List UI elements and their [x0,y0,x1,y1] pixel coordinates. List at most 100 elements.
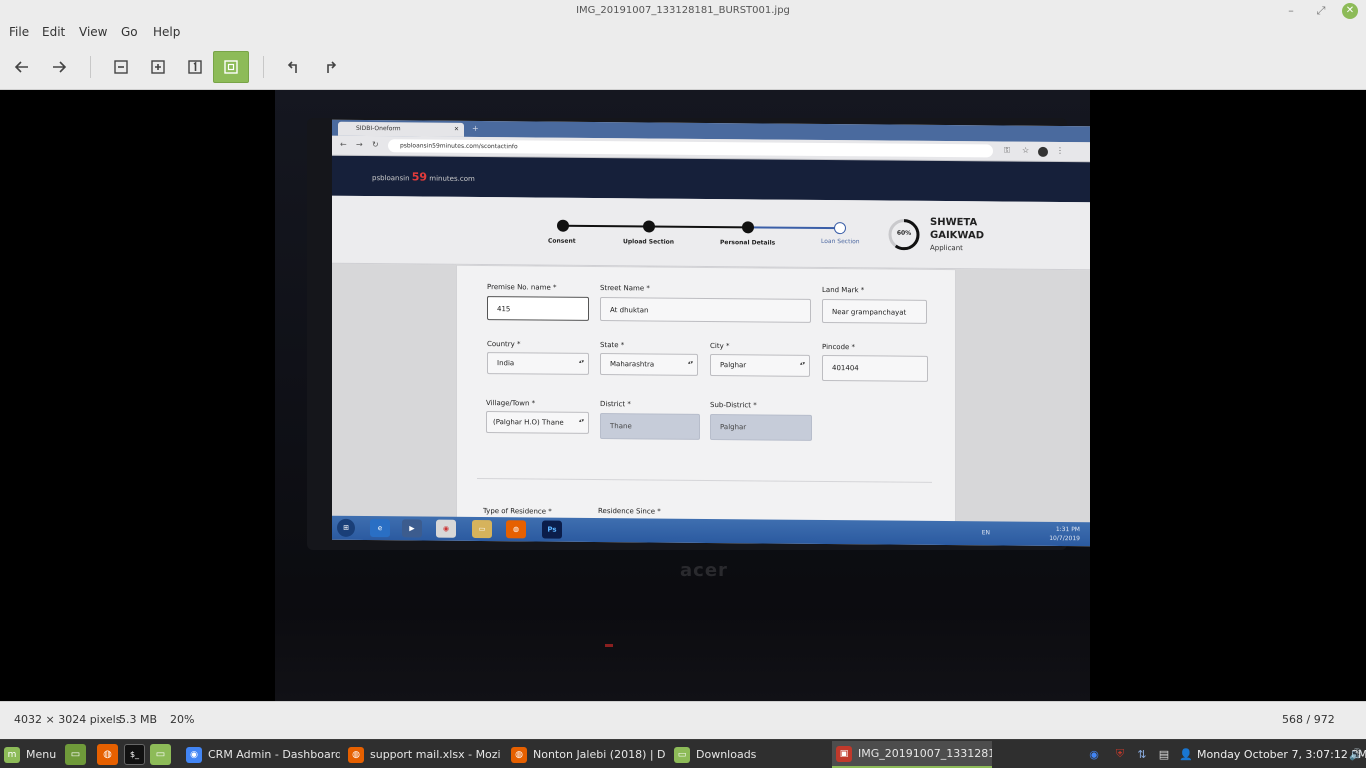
folder-icon: ▭ [472,519,492,539]
village-select: (Palghar H.O) Thane [486,411,589,434]
ie-icon: e [370,519,390,538]
form-divider [477,477,932,483]
notes-icon[interactable]: ▤ [1156,746,1172,762]
applicant-role: Applicant [930,243,963,253]
zoom-level: 20% [170,713,195,726]
laptop-keyboard [275,610,1090,701]
city-label: City * [710,341,730,351]
toolbar-separator [90,56,91,78]
taskbar-window-image-viewer[interactable]: ▣ IMG_20191007_133128181_B... [832,741,992,768]
logo-suffix: minutes.com [429,174,475,183]
district-label: District * [600,400,631,409]
indicator-light [605,644,613,647]
rotate-right-button[interactable] [313,51,349,83]
more-icon: ⋮ [1056,146,1064,156]
stepper-track-pending [748,226,840,230]
city-select: Palghar [710,353,810,377]
window-titlebar[interactable]: IMG_20191007_133128181_BURST001.jpg – ⤢ … [0,0,1366,22]
district-field: Thane [600,413,700,440]
photographed-screen: SIDBI-Oneform ✕ + ← → ↻ psbloansin59minu… [332,119,1090,547]
key-icon: ⚿ [1004,145,1011,155]
files-icon[interactable]: ▭ [150,744,171,765]
volume-icon[interactable]: 🔊 [1348,746,1364,762]
site-header: psbloansin 59 minutes.com [332,155,1090,203]
applicant-name: SHWETA GAIKWAD [930,216,985,242]
menu-edit[interactable]: Edit [42,25,65,39]
window-label: support mail.xlsx - Mozilla ... [370,748,500,761]
show-desktop-icon[interactable]: ▭ [65,744,86,765]
progress-percent: 60% [896,229,912,237]
user-icon[interactable]: 👤 [1178,746,1194,762]
window-label: Downloads [696,748,757,761]
zoom-normal-button[interactable] [177,51,213,83]
logo-prefix: psbloansin [372,174,410,183]
address-form: Premise No. name * 415 Street Name * At … [456,264,956,530]
terminal-icon[interactable]: $_ [124,744,145,765]
star-icon: ☆ [1022,145,1030,155]
subdistrict-field: Palghar [710,413,812,441]
image-canvas[interactable]: SIDBI-Oneform ✕ + ← → ↻ psbloansin59minu… [0,90,1366,701]
progress-stepper: Consent Upload Section Personal Details … [332,195,1090,271]
window-title: IMG_20191007_133128181_BURST001.jpg [576,5,790,16]
chrome-tray-icon[interactable]: ◉ [1086,746,1102,762]
browser-tab: SIDBI-Oneform ✕ [338,121,464,137]
landmark-label: Land Mark * [822,285,865,295]
back-button[interactable] [4,51,40,83]
toolbar-separator [263,56,264,78]
logo-number: 59 [411,170,428,184]
reload-icon: ↻ [372,140,379,150]
network-icon[interactable]: ⇅ [1134,746,1150,762]
avatar [1038,146,1048,157]
new-tab-icon: + [472,123,479,133]
zoom-fit-button[interactable] [213,51,249,83]
menu-help[interactable]: Help [153,25,180,39]
step-label-consent: Consent [548,237,576,245]
pincode-field: 401404 [822,354,928,382]
residence-type-label: Type of Residence * [483,507,552,516]
menu-file[interactable]: File [9,25,29,39]
taskbar-window-crm[interactable]: ◉ CRM Admin - Dashboard - ... [182,741,340,768]
rotate-left-button[interactable] [275,51,311,83]
step-label-upload: Upload Section [623,238,675,246]
village-label: Village/Town * [486,399,536,408]
window-label: Nonton Jalebi (2018) | Duta... [533,748,665,761]
zoom-out-button[interactable] [103,51,139,83]
country-label: Country * [487,340,521,349]
forward-button[interactable] [41,51,77,83]
step-label-personal: Personal Details [720,239,776,247]
firefox-icon: ◍ [511,746,527,763]
menu-go[interactable]: Go [121,25,138,39]
zoom-in-button[interactable] [140,51,176,83]
firefox-launcher-icon[interactable]: ◍ [97,744,118,765]
subdistrict-label: Sub-District * [710,400,757,410]
system-taskbar: m Menu ▭ ◍ $_ ▭ ◉ CRM Admin - Dashboard … [0,739,1366,768]
taskbar-window-nonton[interactable]: ◍ Nonton Jalebi (2018) | Duta... [507,741,665,768]
image-dimensions: 4032 × 3024 pixels [14,713,122,726]
taskbar-window-downloads[interactable]: ▭ Downloads [670,741,825,768]
zoom-normal-icon [188,60,202,74]
forward-icon: → [356,139,363,149]
start-menu-button[interactable]: m Menu [4,741,62,768]
toolbar [0,44,1366,90]
close-icon: ✕ [453,125,459,133]
street-label: Street Name * [600,284,650,293]
browser-url: psbloansin59minutes.com/scontactinfo [388,139,993,158]
menu-view[interactable]: View [79,25,107,39]
zoom-out-icon [114,60,128,74]
premise-field: 415 [487,296,589,321]
photographed-lang: EN [981,529,990,537]
maximize-button[interactable]: ⤢ [1313,3,1329,19]
step-dot-consent [557,219,569,232]
mint-logo-icon: m [4,746,20,763]
residence-since-label: Residence Since * [598,507,661,516]
taskbar-window-support-mail[interactable]: ◍ support mail.xlsx - Mozilla ... [344,741,500,768]
close-button[interactable]: ✕ [1342,3,1358,19]
minimize-button[interactable]: – [1283,3,1299,19]
photoshop-icon: Ps [542,520,562,539]
shield-icon[interactable]: ⛨ [1112,746,1128,762]
step-label-loan: Loan Section [821,237,860,246]
system-clock[interactable]: Monday October 7, 3:07:12 PM [1197,748,1366,761]
menu-bar: File Edit View Go Help [0,22,1366,44]
firefox-icon: ◍ [348,746,364,763]
step-dot-loan [834,222,846,235]
